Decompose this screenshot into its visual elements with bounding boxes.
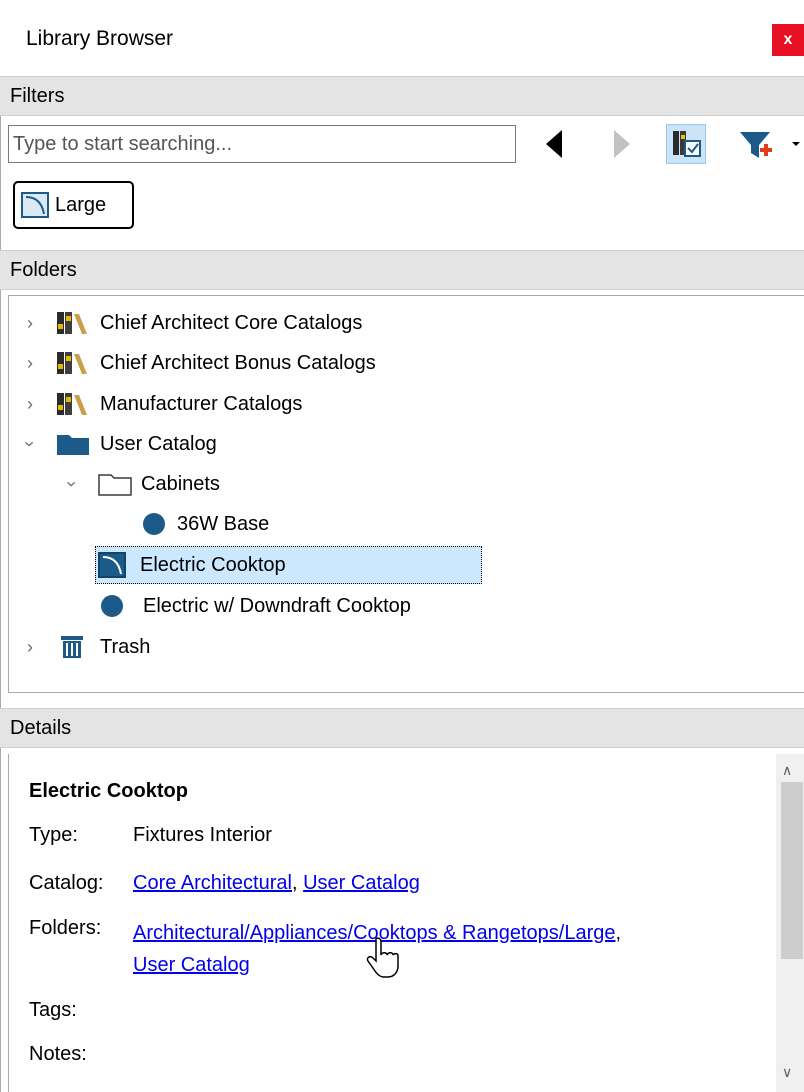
expand-chevron-icon[interactable]: › (20, 353, 40, 373)
scrollbar-thumb[interactable] (781, 782, 803, 959)
folder-filled-icon (57, 435, 89, 455)
folders-label: Folders: (29, 917, 102, 939)
type-label: Type: (29, 824, 78, 846)
forward-arrow-icon[interactable] (614, 130, 630, 158)
scroll-up-icon[interactable]: ∧ (782, 762, 792, 779)
add-filter-icon (740, 132, 800, 158)
tree-item-downdraft-cooktop[interactable]: Electric w/ Downdraft Cooktop (101, 588, 411, 624)
tree-item-label: Trash (100, 635, 151, 658)
tree-item-trash[interactable]: Trash (55, 629, 150, 665)
tree-item-label: Chief Architect Core Catalogs (100, 311, 363, 334)
object-dot-icon (101, 595, 123, 617)
tree-item-user-catalog[interactable]: User Catalog (55, 426, 217, 462)
books-icon (57, 352, 87, 374)
tree-item-electric-cooktop[interactable]: Electric Cooktop (98, 547, 286, 583)
tree-item-label: Chief Architect Bonus Catalogs (100, 351, 376, 374)
folder-link[interactable]: User Catalog (133, 954, 250, 976)
tree-item-bonus-catalogs[interactable]: Chief Architect Bonus Catalogs (55, 345, 376, 381)
catalog-label: Catalog: (29, 872, 104, 894)
filter-chip-label: Large (55, 193, 107, 216)
books-icon (57, 393, 87, 415)
tree-item-label: Electric w/ Downdraft Cooktop (143, 594, 411, 617)
expand-chevron-icon[interactable]: › (20, 313, 40, 333)
scroll-down-icon[interactable]: ∨ (782, 1064, 792, 1081)
trash-icon (61, 636, 83, 658)
tree-item-36w-base[interactable]: 36W Base (143, 506, 269, 542)
tree-item-label: Manufacturer Catalogs (100, 392, 303, 415)
tree-item-label: User Catalog (100, 432, 217, 455)
object-dot-icon (143, 513, 165, 535)
tree-item-core-catalogs[interactable]: Chief Architect Core Catalogs (55, 305, 362, 341)
title-bar: Library Browser x (0, 0, 804, 76)
tree-item-label: 36W Base (177, 512, 270, 535)
back-arrow-icon[interactable] (546, 130, 562, 158)
active-filter-chip[interactable]: Large (13, 181, 134, 229)
folder-links: Architectural/Appliances/Cooktops & Rang… (133, 922, 622, 976)
catalog-toggle-icon (673, 131, 701, 157)
search-input[interactable] (8, 125, 516, 163)
tree-item-label: Electric Cooktop (140, 553, 286, 576)
tree-item-manufacturer-catalogs[interactable]: Manufacturer Catalogs (55, 386, 302, 422)
hand-cursor-icon (366, 937, 399, 978)
cooktop-icon (98, 552, 126, 578)
catalog-link[interactable]: User Catalog (303, 872, 420, 894)
close-button[interactable]: x (772, 24, 804, 56)
folder-outline-icon (98, 474, 132, 496)
tags-label: Tags: (29, 999, 77, 1021)
catalog-links: Core Architectural, User Catalog (133, 872, 420, 894)
expand-chevron-icon[interactable]: › (20, 637, 40, 657)
collapse-chevron-icon[interactable]: › (62, 474, 83, 494)
notes-label: Notes: (29, 1043, 87, 1065)
window-title: Library Browser (26, 27, 174, 50)
type-value: Fixtures Interior (133, 824, 272, 846)
catalog-link[interactable]: Core Architectural (133, 872, 292, 894)
details-title: Electric Cooktop (29, 780, 188, 802)
books-icon (57, 312, 87, 334)
details-header[interactable]: Details (0, 708, 804, 748)
collapse-chevron-icon[interactable]: › (20, 434, 41, 454)
filters-header[interactable]: Filters (0, 76, 804, 116)
tree-item-cabinets[interactable]: Cabinets (97, 466, 220, 502)
tree-item-label: Cabinets (141, 472, 220, 495)
add-filter-button[interactable] (734, 126, 804, 164)
cooktop-icon (21, 192, 49, 218)
expand-chevron-icon[interactable]: › (20, 394, 40, 414)
folders-header[interactable]: Folders (0, 250, 804, 290)
catalog-toggle-button[interactable] (666, 124, 706, 164)
